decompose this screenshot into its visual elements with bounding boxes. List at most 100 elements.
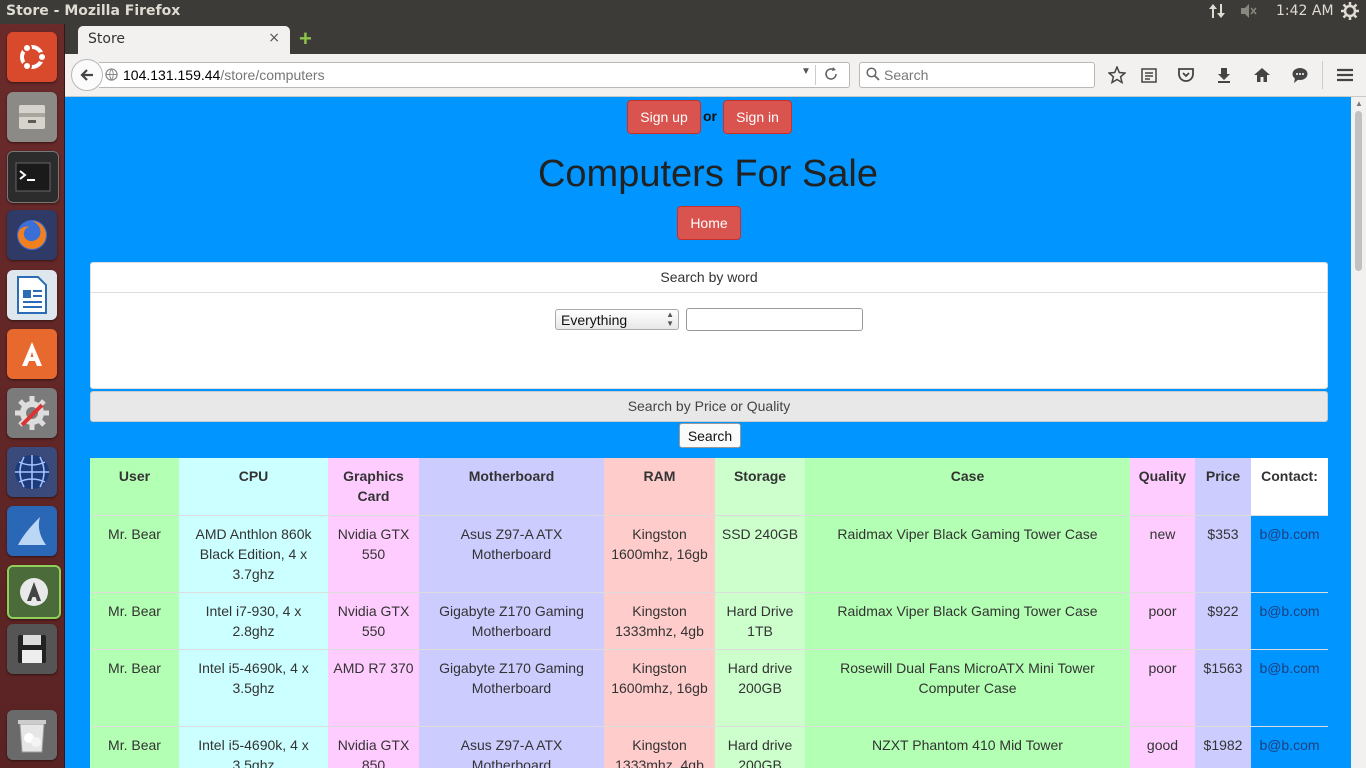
cell-quality: poor [1130,648,1195,726]
computers-table: User CPU Graphics Card Motherboard RAM S… [90,458,1328,768]
globe-app-icon[interactable] [7,447,57,497]
tab-store[interactable]: Store × [78,26,290,54]
software-center-icon[interactable] [7,329,57,379]
back-arrow-icon [80,69,93,81]
writer-icon[interactable] [7,270,57,320]
cell-case: Rosewill Dual Fans MicroATX Mini Tower C… [805,648,1130,726]
cell-case: Raidmax Viper Black Gaming Tower Case [805,514,1130,592]
col-cpu: CPU [179,458,328,515]
terminal-icon[interactable] [7,151,59,203]
col-case: Case [805,458,1130,515]
network-icon[interactable] [1208,3,1226,23]
signup-button[interactable]: Sign up [627,100,701,134]
cell-ram: Kingston 1600mhz, 16gb [604,514,715,592]
cell-storage: SSD 240GB [715,514,805,592]
url-dropdown-icon[interactable]: ▼ [801,66,811,77]
cell-ram: Kingston 1333mhz, 4gb [604,725,715,768]
table-row: Mr. Bear Intel i5-4690k, 4 x 3.5ghz AMD … [90,648,1328,726]
word-search-input[interactable] [686,308,863,331]
or-text: or [703,108,717,124]
reload-icon[interactable] [823,66,839,85]
search-button[interactable]: Search [679,423,741,448]
launcher [0,24,65,768]
cell-gpu: Nvidia GTX 850 [328,725,419,768]
pocket-icon[interactable] [1177,66,1195,84]
search-scope-value: Everything [561,312,628,328]
cell-contact[interactable]: b@b.com [1251,591,1328,649]
bookmarks-menu-icon[interactable] [1140,66,1158,84]
cell-price: $1982 [1195,725,1251,768]
globe-icon [105,68,118,84]
signin-button[interactable]: Sign in [723,100,792,134]
back-button[interactable] [71,59,103,91]
cell-contact[interactable]: b@b.com [1251,648,1328,726]
new-tab-button[interactable]: + [299,28,312,50]
clock[interactable]: 1:42 AM [1276,3,1334,19]
col-contact: Contact: [1251,458,1328,515]
col-storage: Storage [715,458,805,515]
firefox-icon[interactable] [7,210,57,260]
cell-quality: new [1130,514,1195,592]
tab-close-icon[interactable]: × [268,30,280,46]
cell-price: $922 [1195,591,1251,649]
ubuntu-logo-icon[interactable] [7,32,57,82]
scrollbar-thumb[interactable] [1355,111,1362,271]
cell-user: Mr. Bear [90,591,179,649]
page-scrollbar[interactable]: ▲ [1351,97,1366,768]
table-header-row: User CPU Graphics Card Motherboard RAM S… [90,458,1328,515]
cell-contact[interactable]: b@b.com [1251,514,1328,592]
hamburger-menu-icon[interactable] [1336,66,1354,84]
cell-ram: Kingston 1333mhz, 4gb [604,591,715,649]
cell-gpu: Nvidia GTX 550 [328,591,419,649]
tab-title: Store [88,31,126,47]
wireshark-icon[interactable] [7,506,57,556]
cell-price: $1563 [1195,648,1251,726]
cell-cpu: Intel i5-4690k, 4 x 3.5ghz [179,725,328,768]
home-button[interactable]: Home [677,206,741,240]
navigation-toolbar: 104.131.159.44/store/computers ▼ Search [65,54,1366,97]
system-settings-icon[interactable] [7,388,57,438]
url-text: 104.131.159.44/store/computers [123,67,325,83]
price-quality-panel[interactable]: Search by Price or Quality [90,391,1328,422]
cell-price: $353 [1195,514,1251,592]
firefox-window: Store × + 104.131.159.44/store/computers… [65,24,1366,768]
search-box[interactable]: Search [859,62,1095,88]
cell-motherboard: Asus Z97-A ATX Motherboard [419,725,604,768]
scroll-up-icon[interactable]: ▲ [1355,99,1363,108]
cell-storage: Hard drive 200GB [715,725,805,768]
sound-muted-icon[interactable] [1240,3,1258,23]
url-path: /store/computers [220,67,325,83]
cell-ram: Kingston 1600mhz, 16gb [604,648,715,726]
page-title: Computers For Sale [537,153,878,195]
trash-icon[interactable] [7,710,57,760]
cell-storage: Hard drive 200GB [715,648,805,726]
cell-storage: Hard Drive 1TB [715,591,805,649]
url-host: 104.131.159.44 [123,67,221,83]
word-search-heading: Search by word [91,263,1327,293]
col-graphics-card: Graphics Card [328,458,419,515]
files-icon[interactable] [7,92,57,142]
col-quality: Quality [1130,458,1195,515]
cell-gpu: AMD R7 370 [328,648,419,726]
cell-gpu: Nvidia GTX 550 [328,514,419,592]
cell-motherboard: Asus Z97-A ATX Motherboard [419,514,604,592]
tab-strip: Store × + [65,24,1366,54]
bookmark-star-icon[interactable] [1108,66,1126,84]
downloads-icon[interactable] [1215,66,1233,84]
cell-cpu: AMD Anthlon 860k Black Edition, 4 x 3.7g… [179,514,328,592]
search-scope-select[interactable]: Everything ▲ ▼ [555,309,679,330]
search-placeholder: Search [884,67,929,83]
col-motherboard: Motherboard [419,458,604,515]
word-search-panel: Search by word Everything ▲ ▼ [90,262,1328,389]
floppy-disk-icon[interactable] [7,624,57,674]
cell-contact[interactable]: b@b.com [1251,725,1328,768]
gear-icon[interactable] [1341,2,1359,24]
home-icon[interactable] [1253,66,1271,84]
software-updater-icon[interactable] [7,565,61,619]
url-bar[interactable]: 104.131.159.44/store/computers ▼ [99,62,850,88]
chat-icon[interactable] [1291,66,1309,84]
page-content: Sign up or Sign in Computers For Sale Ho… [65,97,1351,768]
cell-motherboard: Gigabyte Z170 Gaming Motherboard [419,591,604,649]
select-arrows-icon: ▲ ▼ [666,310,674,328]
top-panel: Store - Mozilla Firefox 1:42 AM [0,0,1366,24]
